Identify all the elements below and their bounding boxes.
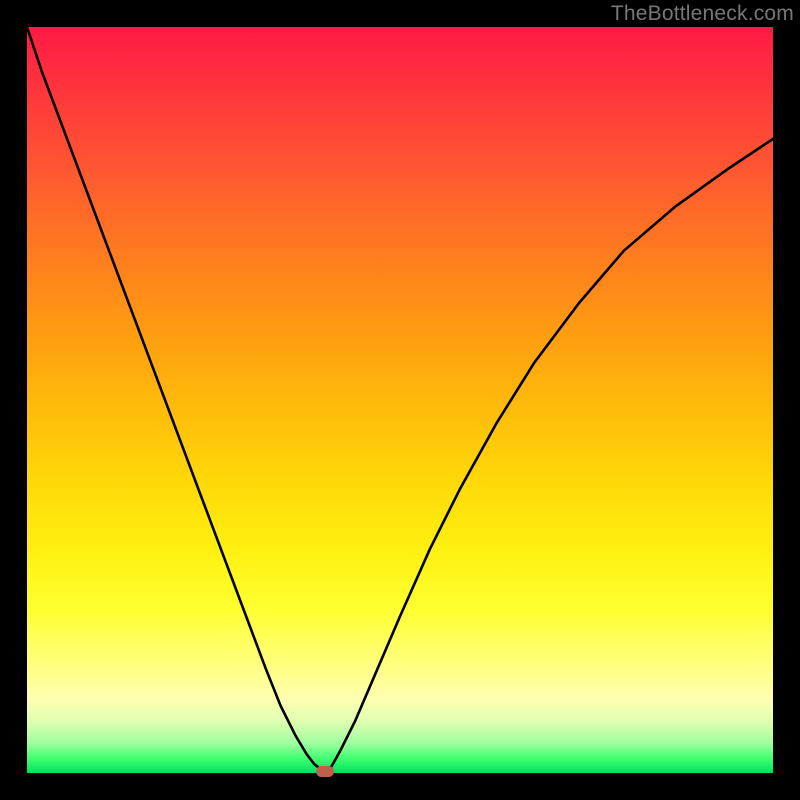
chart-frame: TheBottleneck.com (0, 0, 800, 800)
bottleneck-curve (27, 27, 773, 773)
watermark-text: TheBottleneck.com (611, 2, 794, 26)
minimum-marker (316, 766, 334, 777)
plot-area (27, 27, 773, 773)
